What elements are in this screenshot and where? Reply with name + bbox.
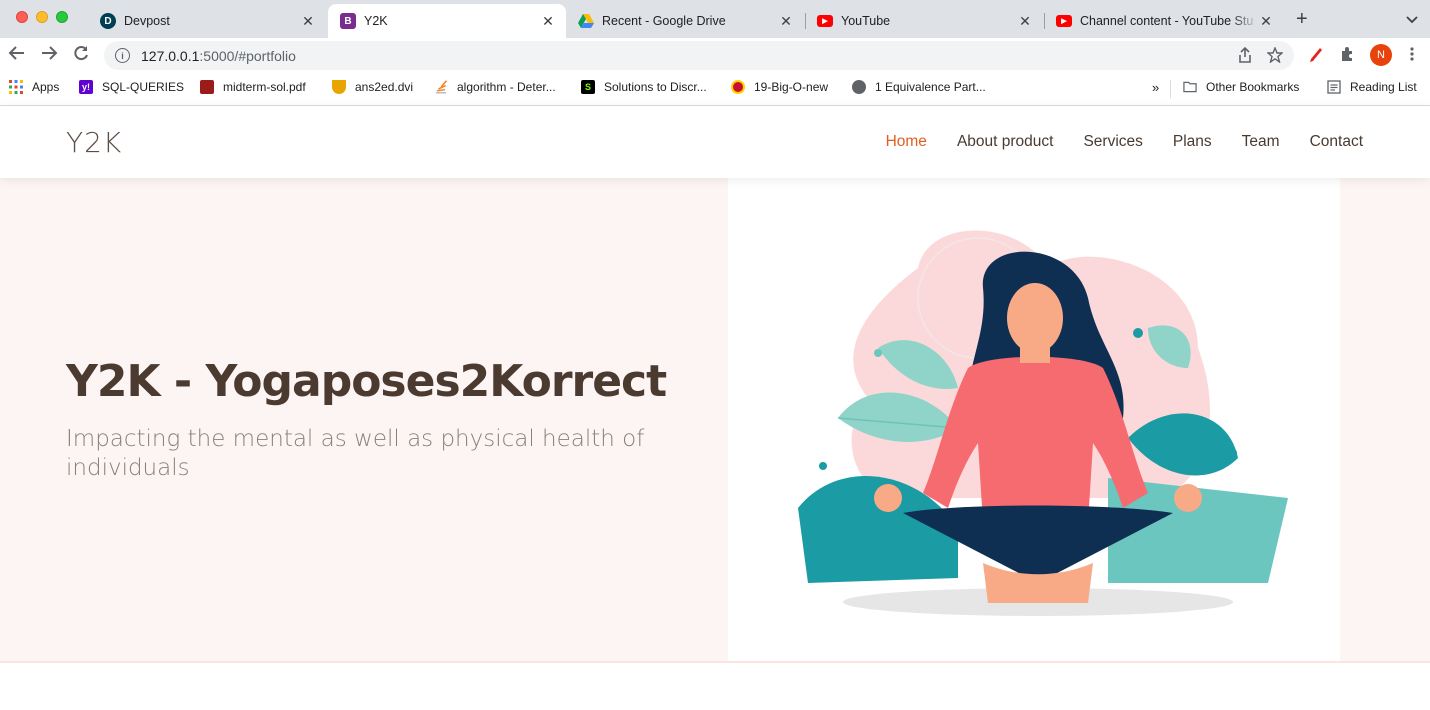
bookmark-solutions[interactable]: S Solutions to Discr...	[581, 80, 707, 94]
crest-icon	[200, 80, 214, 94]
hero-bottom-border	[0, 661, 1430, 663]
bookmark-star-icon[interactable]	[1266, 46, 1284, 66]
nav-services[interactable]: Services	[1083, 133, 1142, 151]
bookmark-apps[interactable]: Apps	[9, 80, 59, 94]
close-tab-icon[interactable]: ✕	[540, 13, 556, 30]
forward-arrow-icon[interactable]	[40, 44, 58, 66]
back-arrow-icon[interactable]	[8, 44, 26, 66]
tab-search-chevron-icon[interactable]	[1406, 12, 1418, 27]
hero-subtitle: Impacting the mental as well as physical…	[66, 426, 645, 481]
close-window-button[interactable]	[16, 11, 28, 23]
site-info-icon[interactable]: i	[115, 48, 130, 63]
url-host: 127.0.0.1	[141, 47, 200, 64]
tab-title: Y2K	[364, 14, 388, 28]
tab-youtube-studio[interactable]: ▶ Channel content - YouTube Stu ✕	[1044, 4, 1284, 38]
google-drive-icon	[578, 13, 594, 29]
nav-plans[interactable]: Plans	[1173, 133, 1212, 151]
bookmark-equivalence[interactable]: 1 Equivalence Part...	[852, 80, 986, 94]
minimize-window-button[interactable]	[36, 11, 48, 23]
tab-title: YouTube	[841, 14, 891, 28]
close-tab-icon[interactable]: ✕	[300, 13, 316, 30]
pen-extension-icon[interactable]	[1308, 46, 1324, 66]
bookmark-ans2ed[interactable]: ans2ed.dvi	[332, 80, 413, 94]
nav-team[interactable]: Team	[1242, 133, 1280, 151]
tab-bar: D Devpost ✕ B Y2K ✕ Recent - Google Driv…	[0, 0, 1430, 38]
hero-title: Y2K - Yogaposes2Korrect	[66, 356, 667, 407]
url-path: :5000/#portfolio	[199, 47, 296, 64]
other-bookmarks-folder[interactable]: Other Bookmarks	[1183, 80, 1299, 94]
share-icon[interactable]	[1238, 46, 1252, 66]
bookmark-algorithm[interactable]: algorithm - Deter...	[434, 80, 556, 94]
maximize-window-button[interactable]	[56, 11, 68, 23]
folder-icon	[1183, 80, 1197, 94]
shield-icon	[332, 80, 346, 94]
apps-grid-icon	[9, 80, 23, 94]
bookmark-label: algorithm - Deter...	[457, 80, 556, 94]
umd-icon	[731, 80, 745, 94]
tab-google-drive[interactable]: Recent - Google Drive ✕	[566, 4, 804, 38]
tab-title: Channel content - YouTube Stu	[1080, 14, 1254, 28]
bookmark-label: 1 Equivalence Part...	[875, 80, 986, 94]
bootstrap-icon: B	[340, 13, 356, 29]
profile-avatar[interactable]: N	[1370, 44, 1392, 66]
reload-icon[interactable]	[72, 44, 90, 66]
bookmark-label: Reading List	[1350, 80, 1417, 94]
yahoo-icon: y!	[79, 80, 93, 94]
close-tab-icon[interactable]: ✕	[778, 13, 794, 30]
url-text: 127.0.0.1:5000/#portfolio	[141, 48, 296, 64]
bookmark-label: midterm-sol.pdf	[223, 80, 306, 94]
nav-home[interactable]: Home	[886, 133, 927, 151]
youtube-icon: ▶	[817, 15, 833, 27]
bookmark-label: ans2ed.dvi	[355, 80, 414, 94]
bookmarks-bar: Apps y! SQL-QUERIES midterm-sol.pdf ans2…	[0, 72, 1430, 106]
bookmark-label: Apps	[32, 80, 60, 94]
reading-list-button[interactable]: Reading List	[1327, 80, 1417, 94]
bookmarks-overflow-button[interactable]: »	[1152, 80, 1159, 95]
tab-y2k[interactable]: B Y2K ✕	[328, 4, 566, 38]
bookmark-big-o[interactable]: 19-Big-O-new	[731, 80, 828, 94]
bookmark-midterm-sol[interactable]: midterm-sol.pdf	[200, 80, 306, 94]
site-logo[interactable]: Y2K	[66, 126, 122, 159]
bookmark-label: Other Bookmarks	[1206, 80, 1300, 94]
stackoverflow-icon	[434, 80, 448, 94]
youtube-icon: ▶	[1056, 15, 1072, 27]
slader-icon: S	[581, 80, 595, 94]
browser-toolbar: i 127.0.0.1:5000/#portfolio N	[0, 38, 1430, 72]
nav-contact[interactable]: Contact	[1310, 133, 1363, 151]
nav-about-product[interactable]: About product	[957, 133, 1054, 151]
bookmark-label: Solutions to Discr...	[604, 80, 707, 94]
bookmarks-divider	[1170, 80, 1171, 98]
site-nav: Home About product Services Plans Team C…	[886, 133, 1363, 151]
globe-icon	[852, 80, 866, 94]
tab-title: Devpost	[124, 14, 170, 28]
bookmark-sql-queries[interactable]: y! SQL-QUERIES	[79, 80, 184, 94]
bookmark-label: SQL-QUERIES	[102, 80, 185, 94]
tab-youtube[interactable]: ▶ YouTube ✕	[805, 4, 1043, 38]
tab-devpost[interactable]: D Devpost ✕	[88, 4, 326, 38]
new-tab-button[interactable]: +	[1296, 9, 1308, 29]
extensions-puzzle-icon[interactable]	[1340, 46, 1356, 66]
meditation-illustration	[728, 178, 1340, 662]
address-bar[interactable]: i 127.0.0.1:5000/#portfolio	[104, 41, 1294, 70]
close-tab-icon[interactable]: ✕	[1017, 13, 1033, 30]
site-header: Y2K Home About product Services Plans Te…	[0, 106, 1430, 178]
tab-title: Recent - Google Drive	[602, 14, 726, 28]
hero-section: Y2K - Yogaposes2Korrect Impacting the me…	[0, 178, 1430, 662]
close-tab-icon[interactable]: ✕	[1258, 13, 1274, 30]
more-menu-icon[interactable]	[1410, 46, 1414, 66]
reading-list-icon	[1327, 80, 1341, 94]
devpost-icon: D	[100, 13, 116, 29]
bookmark-label: 19-Big-O-new	[754, 80, 829, 94]
